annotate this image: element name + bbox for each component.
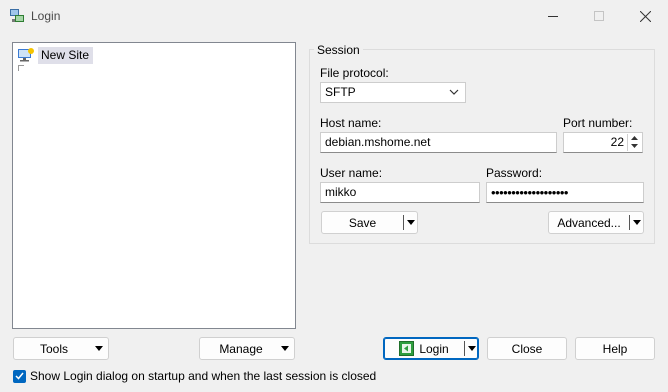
login-icon bbox=[399, 341, 415, 356]
port-value: 22 bbox=[610, 135, 624, 149]
tools-button[interactable]: Tools bbox=[13, 337, 109, 360]
window-title: Login bbox=[31, 9, 61, 23]
login-label: Login bbox=[419, 341, 449, 356]
advanced-button[interactable]: Advanced... bbox=[548, 211, 644, 234]
user-input[interactable]: mikko bbox=[320, 182, 480, 203]
tools-label: Tools bbox=[40, 341, 69, 356]
save-dropdown[interactable] bbox=[404, 220, 417, 225]
host-input[interactable]: debian.mshome.net bbox=[320, 132, 557, 153]
port-stepper[interactable]: 22 bbox=[563, 132, 643, 153]
login-dropdown[interactable] bbox=[465, 346, 478, 351]
close-icon bbox=[639, 10, 651, 22]
protocol-value: SFTP bbox=[325, 85, 356, 99]
spin-up-icon[interactable] bbox=[628, 134, 641, 142]
protocol-label: File protocol: bbox=[320, 66, 389, 80]
port-label: Port number: bbox=[563, 116, 633, 130]
manage-button[interactable]: Manage bbox=[199, 337, 295, 360]
close-button[interactable]: Close bbox=[487, 337, 567, 360]
tree-item-new-site[interactable]: New Site bbox=[17, 46, 94, 64]
password-label: Password: bbox=[486, 166, 543, 180]
port-spin-arrows[interactable] bbox=[627, 134, 641, 151]
startup-checkbox[interactable] bbox=[13, 369, 26, 383]
advanced-label: Advanced... bbox=[557, 215, 621, 230]
site-tree[interactable]: New Site bbox=[12, 42, 296, 329]
new-site-icon bbox=[18, 48, 34, 62]
tree-item-label: New Site bbox=[38, 46, 94, 64]
minimize-button[interactable] bbox=[530, 0, 576, 32]
maximize-icon bbox=[594, 11, 604, 21]
close-window-button[interactable] bbox=[622, 0, 668, 32]
manage-dropdown bbox=[278, 346, 291, 351]
dropdown-arrow-icon bbox=[280, 346, 289, 351]
dropdown-arrow-icon bbox=[94, 346, 103, 351]
startup-checkbox-label: Show Login dialog on startup and when th… bbox=[30, 369, 377, 383]
host-label: Host name: bbox=[320, 116, 382, 130]
help-button[interactable]: Help bbox=[575, 337, 655, 360]
checkmark-icon bbox=[15, 372, 24, 380]
save-button[interactable]: Save bbox=[321, 211, 418, 234]
dropdown-arrow-icon bbox=[406, 220, 415, 225]
advanced-dropdown[interactable] bbox=[630, 220, 643, 225]
dropdown-arrow-icon bbox=[632, 220, 641, 225]
maximize-button[interactable] bbox=[576, 0, 622, 32]
login-main: Login bbox=[384, 341, 464, 356]
title-bar: Login bbox=[0, 0, 668, 32]
tree-connector bbox=[18, 65, 24, 71]
startup-checkbox-row[interactable]: Show Login dialog on startup and when th… bbox=[13, 369, 376, 383]
spin-down-icon[interactable] bbox=[628, 142, 641, 150]
chevron-down-icon bbox=[449, 89, 459, 95]
session-group-title: Session bbox=[314, 43, 363, 57]
save-label: Save bbox=[348, 215, 377, 230]
protocol-select[interactable]: SFTP bbox=[320, 82, 466, 103]
login-button[interactable]: Login bbox=[383, 337, 479, 360]
password-input[interactable]: ••••••••••••••••••• bbox=[486, 182, 644, 203]
minimize-icon bbox=[548, 16, 558, 17]
dropdown-arrow-icon bbox=[467, 346, 476, 351]
user-label: User name: bbox=[320, 166, 383, 180]
app-icon bbox=[10, 9, 24, 22]
tools-dropdown bbox=[92, 346, 105, 351]
manage-label: Manage bbox=[219, 341, 263, 356]
